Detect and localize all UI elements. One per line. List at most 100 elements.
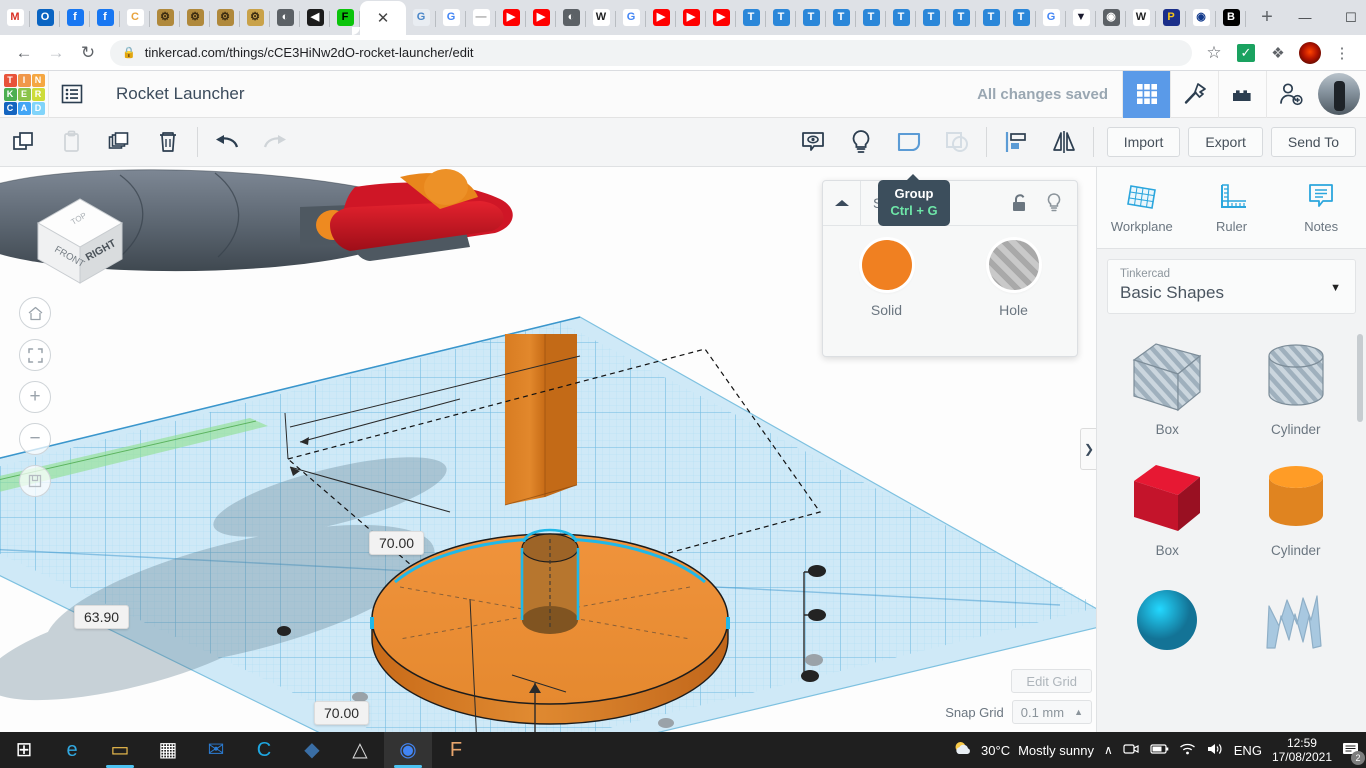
new-tab-button[interactable]: + [1252,6,1282,29]
wikipedia-tab[interactable]: W [586,1,616,35]
bumblebee-tab[interactable]: ⚙ [240,1,270,35]
shape-sphere[interactable] [1103,576,1232,664]
wifi-icon[interactable] [1179,742,1196,759]
mirror-icon[interactable] [1040,118,1088,166]
start-button[interactable]: ⊞ [0,732,48,768]
dim-depth[interactable]: 70.00 [369,531,424,555]
browser-menu-button[interactable]: ⋮ [1326,37,1358,69]
youtube-tab[interactable]: ▶ [496,1,526,35]
duplicate-icon[interactable] [96,118,144,166]
fit-view-icon[interactable] [19,339,51,371]
transformers-tab-3[interactable]: ⚙ [210,1,240,35]
chrome-app[interactable]: ◉ [384,732,432,768]
zoom-out-icon[interactable]: − [19,423,51,455]
wikipedia-tab-2[interactable]: W [1126,1,1156,35]
google-tab-3[interactable]: G [1036,1,1066,35]
sidebar-item-workplane[interactable]: Workplane [1097,167,1187,248]
globe-tab[interactable]: ◐ [270,1,300,35]
list-menu-icon[interactable] [48,71,94,118]
view-cube[interactable]: FRONT RIGHT TOP [18,181,138,291]
chess-tab[interactable]: C [120,1,150,35]
back-button[interactable]: ← [8,37,40,69]
mail-app[interactable]: ✉ [192,732,240,768]
google-tab-2[interactable]: G [616,1,646,35]
edge-app[interactable]: e [48,732,96,768]
zoom-in-icon[interactable]: + [19,381,51,413]
maximize-button[interactable]: ☐ [1328,0,1366,35]
reload-button[interactable]: ↻ [72,37,104,69]
home-view-icon[interactable] [19,297,51,329]
extensions-puzzle-icon[interactable]: ❖ [1262,37,1294,69]
tinkercad-tab-9[interactable]: T [946,1,976,35]
blocks-icon[interactable] [1218,71,1266,118]
bbc-tab[interactable]: B [1216,1,1246,35]
unlock-icon[interactable] [1003,181,1037,225]
invite-people-icon[interactable] [1266,71,1314,118]
import-button[interactable]: Import [1107,127,1181,157]
sidebar-item-ruler[interactable]: Ruler [1187,167,1277,248]
tinkercad-tab-10[interactable]: T [976,1,1006,35]
edit-grid-button[interactable]: Edit Grid [1011,669,1092,693]
collapse-caret-icon[interactable] [823,181,861,225]
hole-option[interactable]: Hole [950,240,1077,318]
blank-tab[interactable]: — [466,1,496,35]
codeblocks-icon[interactable] [1170,71,1218,118]
google-tab[interactable]: G [436,1,466,35]
youtube-tab-4[interactable]: ▶ [676,1,706,35]
tinkercad-tab-6[interactable]: T [856,1,886,35]
eye-tab[interactable]: ◉ [1186,1,1216,35]
bookmark-star-icon[interactable]: ☆ [1198,37,1230,69]
file-explorer-app[interactable]: ▭ [96,732,144,768]
youtube-tab-5[interactable]: ▶ [706,1,736,35]
shape-library-scrollbar[interactable] [1357,334,1363,422]
battery-icon[interactable] [1149,742,1169,758]
tinkercad-tab-11[interactable]: T [1006,1,1036,35]
paste-icon[interactable] [48,118,96,166]
transformers-tab-2[interactable]: ⚙ [180,1,210,35]
browser-profile-avatar[interactable] [1294,37,1326,69]
shape-cylinder-hole[interactable]: Cylinder [1232,334,1361,437]
shape-library-selector[interactable]: Tinkercad Basic Shapes ▼ [1107,259,1356,314]
address-bar[interactable]: 🔒 tinkercad.com/things/cCE3HiNw2dO-rocke… [110,40,1192,66]
export-button[interactable]: Export [1188,127,1262,157]
tray-expand-chevron-icon[interactable]: ∧ [1104,743,1113,757]
shape-box-solid[interactable]: Box [1103,455,1232,558]
notification-center-icon[interactable]: 2 [1342,741,1360,760]
shape-box-hole[interactable]: Box [1103,334,1232,437]
tinkercad-tab-3[interactable]: T [766,1,796,35]
cura-app[interactable]: C [240,732,288,768]
tinkercad-tab[interactable]: ✕ [360,1,406,35]
ungroup-icon[interactable] [933,118,981,166]
language-indicator[interactable]: ENG [1234,743,1262,758]
light-icon[interactable] [837,118,885,166]
tinkercad-tab-8[interactable]: T [916,1,946,35]
delete-icon[interactable] [144,118,192,166]
align-icon[interactable] [992,118,1040,166]
close-icon[interactable]: ✕ [377,9,390,27]
shape-scribble[interactable] [1232,576,1361,664]
undo-icon[interactable] [203,118,251,166]
youtube-tab-2[interactable]: ▶ [526,1,556,35]
grammarly-tab[interactable]: G [406,1,436,35]
clock[interactable]: 12:59 17/08/2021 [1272,736,1332,764]
speaker-tab[interactable]: ◀ [300,1,330,35]
creality-app[interactable]: ◆ [288,732,336,768]
group-icon[interactable] [885,118,933,166]
fusion360-app[interactable]: F [432,732,480,768]
tinkercad-tab-5[interactable]: T [826,1,856,35]
extension-checkmark-icon[interactable]: ✓ [1230,37,1262,69]
tinkercad-tab-7[interactable]: T [886,1,916,35]
facebook-tab-2[interactable]: f [90,1,120,35]
tinkercad-tab-2[interactable]: T [736,1,766,35]
inner-cylinder[interactable] [522,530,578,634]
chrome-tab[interactable]: ◉ [1096,1,1126,35]
ortho-perspective-icon[interactable] [19,465,51,497]
notes-icon[interactable] [789,118,837,166]
globe-tab-2[interactable]: ◐ [556,1,586,35]
microsoft-store-app[interactable]: ▦ [144,732,192,768]
copy-icon[interactable] [0,118,48,166]
camera-icon[interactable] [1123,742,1139,759]
volume-icon[interactable] [1206,742,1224,759]
grid-view-icon[interactable] [1122,71,1170,118]
forward-button[interactable]: → [40,37,72,69]
